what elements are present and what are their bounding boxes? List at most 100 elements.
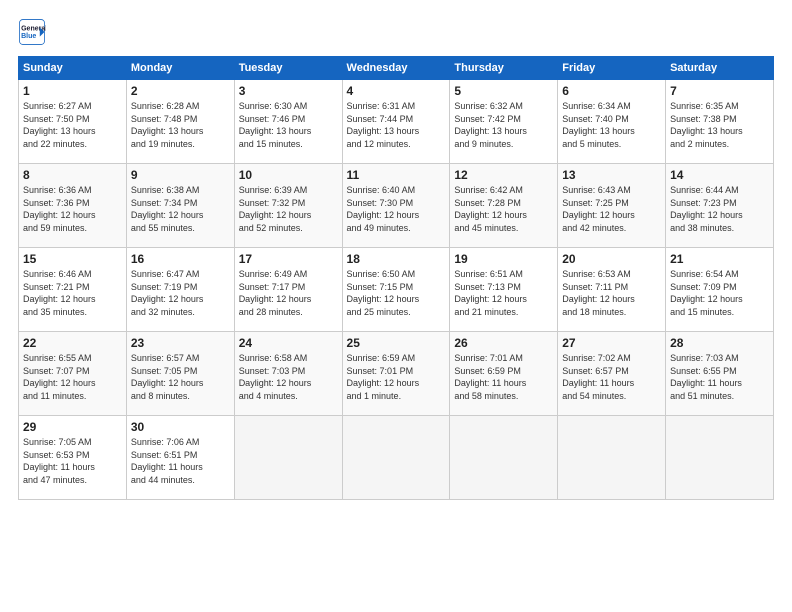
day-info: Sunrise: 6:43 AM Sunset: 7:25 PM Dayligh… xyxy=(562,184,661,234)
calendar-cell: 23Sunrise: 6:57 AM Sunset: 7:05 PM Dayli… xyxy=(126,332,234,416)
day-info: Sunrise: 6:34 AM Sunset: 7:40 PM Dayligh… xyxy=(562,100,661,150)
logo: General Blue xyxy=(18,18,46,46)
calendar-week-row: 29Sunrise: 7:05 AM Sunset: 6:53 PM Dayli… xyxy=(19,416,774,500)
day-info: Sunrise: 7:02 AM Sunset: 6:57 PM Dayligh… xyxy=(562,352,661,402)
day-info: Sunrise: 6:50 AM Sunset: 7:15 PM Dayligh… xyxy=(347,268,446,318)
day-number: 19 xyxy=(454,251,553,267)
day-number: 2 xyxy=(131,83,230,99)
calendar-header-row: SundayMondayTuesdayWednesdayThursdayFrid… xyxy=(19,57,774,80)
calendar-cell: 15Sunrise: 6:46 AM Sunset: 7:21 PM Dayli… xyxy=(19,248,127,332)
weekday-header: Sunday xyxy=(19,57,127,80)
day-info: Sunrise: 6:38 AM Sunset: 7:34 PM Dayligh… xyxy=(131,184,230,234)
day-number: 7 xyxy=(670,83,769,99)
day-info: Sunrise: 6:27 AM Sunset: 7:50 PM Dayligh… xyxy=(23,100,122,150)
calendar-cell xyxy=(342,416,450,500)
calendar-cell: 26Sunrise: 7:01 AM Sunset: 6:59 PM Dayli… xyxy=(450,332,558,416)
day-number: 18 xyxy=(347,251,446,267)
weekday-header: Thursday xyxy=(450,57,558,80)
day-info: Sunrise: 6:40 AM Sunset: 7:30 PM Dayligh… xyxy=(347,184,446,234)
day-number: 30 xyxy=(131,419,230,435)
calendar-cell: 10Sunrise: 6:39 AM Sunset: 7:32 PM Dayli… xyxy=(234,164,342,248)
day-number: 21 xyxy=(670,251,769,267)
day-number: 6 xyxy=(562,83,661,99)
day-number: 15 xyxy=(23,251,122,267)
calendar-cell: 13Sunrise: 6:43 AM Sunset: 7:25 PM Dayli… xyxy=(558,164,666,248)
day-info: Sunrise: 6:32 AM Sunset: 7:42 PM Dayligh… xyxy=(454,100,553,150)
weekday-header: Friday xyxy=(558,57,666,80)
calendar-cell: 30Sunrise: 7:06 AM Sunset: 6:51 PM Dayli… xyxy=(126,416,234,500)
calendar-cell: 24Sunrise: 6:58 AM Sunset: 7:03 PM Dayli… xyxy=(234,332,342,416)
header: General Blue xyxy=(18,18,774,46)
day-number: 13 xyxy=(562,167,661,183)
day-info: Sunrise: 6:54 AM Sunset: 7:09 PM Dayligh… xyxy=(670,268,769,318)
day-info: Sunrise: 7:06 AM Sunset: 6:51 PM Dayligh… xyxy=(131,436,230,486)
svg-text:Blue: Blue xyxy=(21,33,36,40)
day-number: 29 xyxy=(23,419,122,435)
day-info: Sunrise: 6:51 AM Sunset: 7:13 PM Dayligh… xyxy=(454,268,553,318)
page: General Blue SundayMondayTuesdayWednesda… xyxy=(0,0,792,612)
calendar-cell xyxy=(234,416,342,500)
day-number: 4 xyxy=(347,83,446,99)
calendar-cell: 11Sunrise: 6:40 AM Sunset: 7:30 PM Dayli… xyxy=(342,164,450,248)
calendar-week-row: 22Sunrise: 6:55 AM Sunset: 7:07 PM Dayli… xyxy=(19,332,774,416)
day-number: 1 xyxy=(23,83,122,99)
calendar-cell: 12Sunrise: 6:42 AM Sunset: 7:28 PM Dayli… xyxy=(450,164,558,248)
calendar-cell: 6Sunrise: 6:34 AM Sunset: 7:40 PM Daylig… xyxy=(558,80,666,164)
weekday-header: Monday xyxy=(126,57,234,80)
day-info: Sunrise: 6:31 AM Sunset: 7:44 PM Dayligh… xyxy=(347,100,446,150)
day-info: Sunrise: 6:39 AM Sunset: 7:32 PM Dayligh… xyxy=(239,184,338,234)
day-number: 25 xyxy=(347,335,446,351)
day-info: Sunrise: 6:46 AM Sunset: 7:21 PM Dayligh… xyxy=(23,268,122,318)
calendar-cell: 29Sunrise: 7:05 AM Sunset: 6:53 PM Dayli… xyxy=(19,416,127,500)
calendar-cell: 8Sunrise: 6:36 AM Sunset: 7:36 PM Daylig… xyxy=(19,164,127,248)
day-info: Sunrise: 6:36 AM Sunset: 7:36 PM Dayligh… xyxy=(23,184,122,234)
day-number: 23 xyxy=(131,335,230,351)
day-number: 12 xyxy=(454,167,553,183)
calendar-cell xyxy=(558,416,666,500)
weekday-header: Saturday xyxy=(666,57,774,80)
calendar-cell: 27Sunrise: 7:02 AM Sunset: 6:57 PM Dayli… xyxy=(558,332,666,416)
calendar-week-row: 1Sunrise: 6:27 AM Sunset: 7:50 PM Daylig… xyxy=(19,80,774,164)
day-info: Sunrise: 6:30 AM Sunset: 7:46 PM Dayligh… xyxy=(239,100,338,150)
calendar-cell: 19Sunrise: 6:51 AM Sunset: 7:13 PM Dayli… xyxy=(450,248,558,332)
calendar-cell: 25Sunrise: 6:59 AM Sunset: 7:01 PM Dayli… xyxy=(342,332,450,416)
calendar-cell: 9Sunrise: 6:38 AM Sunset: 7:34 PM Daylig… xyxy=(126,164,234,248)
calendar-cell: 17Sunrise: 6:49 AM Sunset: 7:17 PM Dayli… xyxy=(234,248,342,332)
day-info: Sunrise: 6:49 AM Sunset: 7:17 PM Dayligh… xyxy=(239,268,338,318)
calendar-week-row: 15Sunrise: 6:46 AM Sunset: 7:21 PM Dayli… xyxy=(19,248,774,332)
day-number: 28 xyxy=(670,335,769,351)
day-info: Sunrise: 6:42 AM Sunset: 7:28 PM Dayligh… xyxy=(454,184,553,234)
day-info: Sunrise: 6:59 AM Sunset: 7:01 PM Dayligh… xyxy=(347,352,446,402)
calendar-cell: 3Sunrise: 6:30 AM Sunset: 7:46 PM Daylig… xyxy=(234,80,342,164)
calendar-cell: 16Sunrise: 6:47 AM Sunset: 7:19 PM Dayli… xyxy=(126,248,234,332)
day-info: Sunrise: 6:28 AM Sunset: 7:48 PM Dayligh… xyxy=(131,100,230,150)
day-number: 22 xyxy=(23,335,122,351)
weekday-header: Tuesday xyxy=(234,57,342,80)
day-info: Sunrise: 6:53 AM Sunset: 7:11 PM Dayligh… xyxy=(562,268,661,318)
calendar-week-row: 8Sunrise: 6:36 AM Sunset: 7:36 PM Daylig… xyxy=(19,164,774,248)
day-number: 8 xyxy=(23,167,122,183)
calendar-cell: 18Sunrise: 6:50 AM Sunset: 7:15 PM Dayli… xyxy=(342,248,450,332)
day-info: Sunrise: 6:58 AM Sunset: 7:03 PM Dayligh… xyxy=(239,352,338,402)
day-number: 10 xyxy=(239,167,338,183)
calendar-cell: 20Sunrise: 6:53 AM Sunset: 7:11 PM Dayli… xyxy=(558,248,666,332)
day-number: 3 xyxy=(239,83,338,99)
calendar-cell: 14Sunrise: 6:44 AM Sunset: 7:23 PM Dayli… xyxy=(666,164,774,248)
weekday-header: Wednesday xyxy=(342,57,450,80)
day-number: 11 xyxy=(347,167,446,183)
day-info: Sunrise: 7:05 AM Sunset: 6:53 PM Dayligh… xyxy=(23,436,122,486)
day-number: 26 xyxy=(454,335,553,351)
day-number: 20 xyxy=(562,251,661,267)
day-info: Sunrise: 6:47 AM Sunset: 7:19 PM Dayligh… xyxy=(131,268,230,318)
day-number: 27 xyxy=(562,335,661,351)
day-info: Sunrise: 7:01 AM Sunset: 6:59 PM Dayligh… xyxy=(454,352,553,402)
day-info: Sunrise: 6:55 AM Sunset: 7:07 PM Dayligh… xyxy=(23,352,122,402)
day-info: Sunrise: 6:57 AM Sunset: 7:05 PM Dayligh… xyxy=(131,352,230,402)
day-info: Sunrise: 6:44 AM Sunset: 7:23 PM Dayligh… xyxy=(670,184,769,234)
calendar-cell: 4Sunrise: 6:31 AM Sunset: 7:44 PM Daylig… xyxy=(342,80,450,164)
calendar-cell xyxy=(450,416,558,500)
calendar: SundayMondayTuesdayWednesdayThursdayFrid… xyxy=(18,56,774,500)
calendar-cell: 1Sunrise: 6:27 AM Sunset: 7:50 PM Daylig… xyxy=(19,80,127,164)
day-info: Sunrise: 6:35 AM Sunset: 7:38 PM Dayligh… xyxy=(670,100,769,150)
calendar-cell: 22Sunrise: 6:55 AM Sunset: 7:07 PM Dayli… xyxy=(19,332,127,416)
